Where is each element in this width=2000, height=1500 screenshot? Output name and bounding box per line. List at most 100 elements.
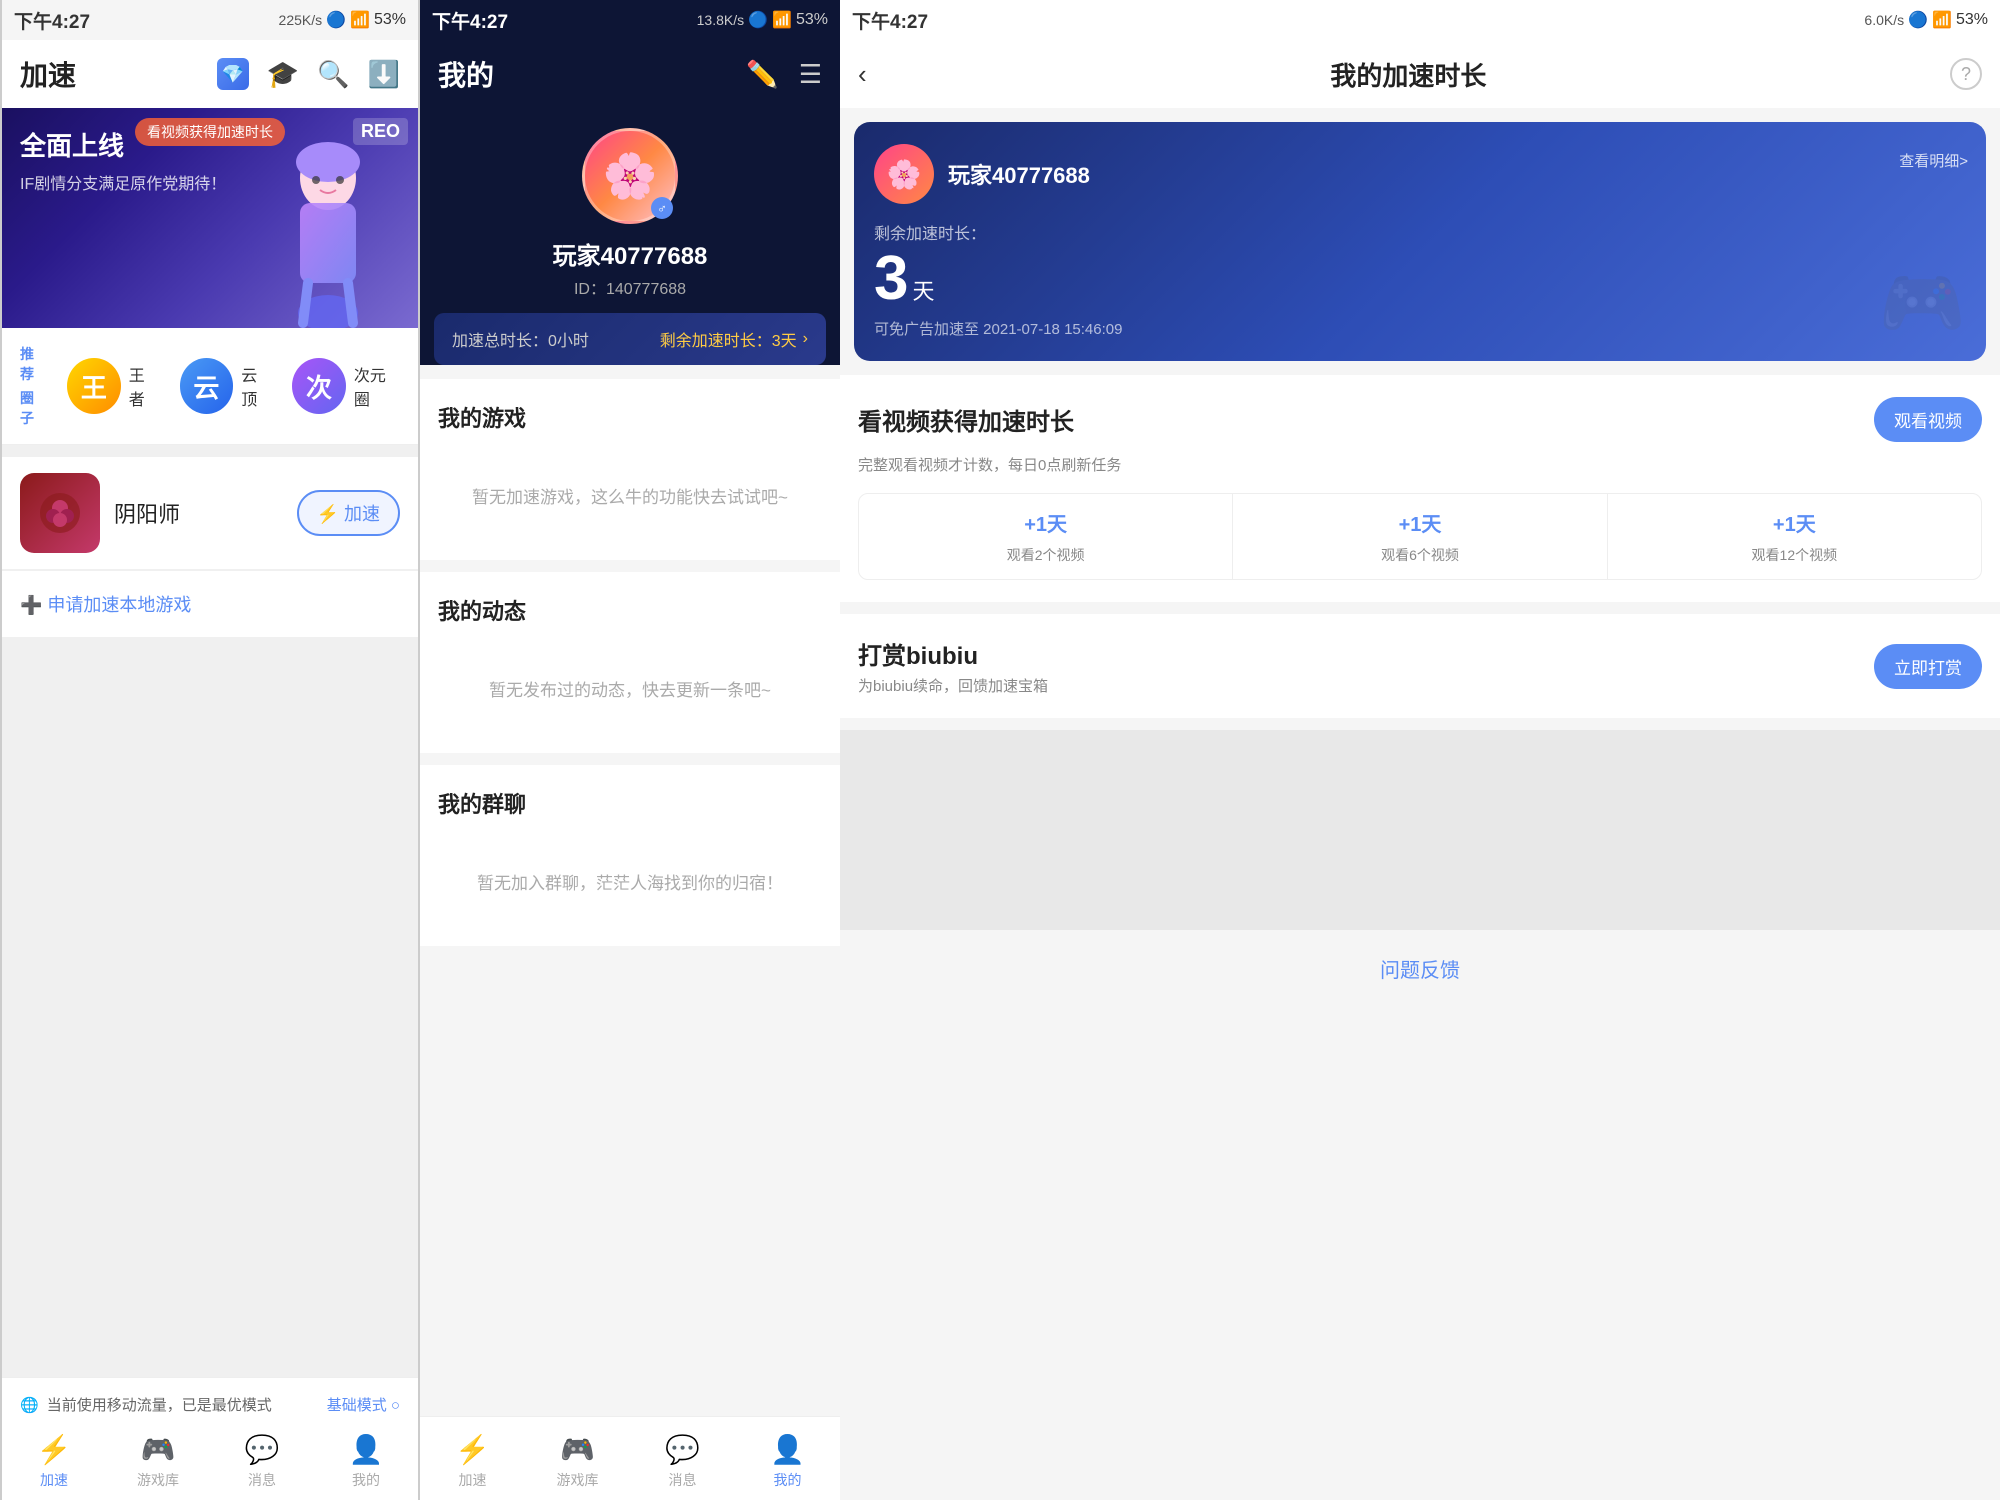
apply-label: ➕ 申请加速本地游戏 [20,591,191,617]
p2-dynamics-empty: 暂无发布过的动态，快去更新一条吧~ [438,646,822,731]
status-bar-3: 下午4:27 6.0K/s 🔵 📶 53% [840,0,2000,40]
status-icons-2: 13.8K/s 🔵 📶 53% [697,10,828,30]
cat-item-wangzhe[interactable]: 王 王者 [67,358,160,414]
hat-icon[interactable]: 🎓 [267,59,299,90]
view-detail-btn[interactable]: 查看明细> [1899,150,1968,171]
cat-item-yunding[interactable]: 云 云顶 [180,358,273,414]
p3-content: 🌸 玩家40777688 查看明细> 剩余加速时长： 3 天 可免广告加速至 2… [840,108,2000,1500]
footer-left: 🌐 当前使用移动流量，已是最优模式 [20,1394,272,1415]
p2-dynamics-title: 我的动态 [438,594,822,626]
tab-msg-icon-2: 💬 [665,1433,700,1466]
p3-days-row: 3 天 [874,248,1966,310]
cat-item-ciyuan[interactable]: 次 次元圈 [292,358,400,414]
p3-user-avatar: 🌸 [874,144,934,204]
bluetooth-icon: 🔵 [326,10,346,30]
cat-avatar-yunding: 云 [180,358,234,414]
p3-days-count: 3 [874,248,908,310]
p3-video-header: 看视频获得加速时长 观看视频 [858,397,1982,442]
p1-footer: 🌐 当前使用移动流量，已是最优模式 基础模式 ○ ⚡ 加速 🎮 游戏库 💬 消息… [2,1377,418,1500]
feedback-link[interactable]: 问题反馈 [1380,960,1460,982]
panel-mine: 下午4:27 13.8K/s 🔵 📶 53% 我的 ✏️ ☰ 🌸 ♂ 玩家407… [420,0,840,1500]
panel-speed-duration: 下午4:27 6.0K/s 🔵 📶 53% ‹ 我的加速时长 ? 🌸 玩家407… [840,0,2000,1500]
p3-expire-text: 可免广告加速至 2021-07-18 15:46:09 [874,318,1966,339]
watch-video-button[interactable]: 观看视频 [1874,397,1982,442]
panel-jiasu: 下午4:27 225K/s 🔵 📶 53% 加速 💎 🎓 🔍 ⬇️ 看视频获得加… [0,0,420,1500]
game-name: 阴阳师 [114,497,283,529]
p2-userid: ID：140777688 [574,275,686,299]
p3-duration-card: 🌸 玩家40777688 查看明细> 剩余加速时长： 3 天 可免广告加速至 2… [854,122,1986,361]
diamond-icon[interactable]: 💎 [217,58,249,90]
tab-mine-label-1: 我的 [352,1470,380,1490]
p1-title: 加速 [20,54,76,94]
signal-icon-3: 📶 [1932,10,1952,30]
search-icon[interactable]: 🔍 [317,59,349,90]
tab-mine-icon-1: 👤 [349,1433,384,1466]
p3-task-3: +1天 观看12个视频 [1608,494,1981,579]
tab-mine-1[interactable]: 👤 我的 [331,1433,401,1490]
banner-sub-text: IF剧情分支满足原作党期待！ [20,170,226,194]
back-button[interactable]: ‹ [858,59,867,90]
download-icon[interactable]: ⬇️ [368,59,400,90]
tab-msg-icon-1: 💬 [245,1433,280,1466]
tab-msg-1[interactable]: 💬 消息 [227,1433,297,1490]
tab-jiasu-label-1: 加速 [40,1470,68,1490]
p2-section-groups: 我的群聊 暂无加入群聊，茫茫人海找到你的归宿！ [420,765,840,946]
p2-speed-bar[interactable]: 加速总时长：0小时 剩余加速时长：3天 › [434,313,826,365]
p2-title: 我的 [438,54,494,94]
p3-task-1: +1天 观看2个视频 [859,494,1233,579]
status-icons-1: 225K/s 🔵 📶 53% [279,10,406,30]
p3-reward-section: 打赏biubiu 为biubiu续命，回馈加速宝箱 立即打赏 [840,614,2000,718]
remain-speed[interactable]: 剩余加速时长：3天 › [660,327,808,351]
basic-mode-btn[interactable]: 基础模式 ○ [327,1394,400,1415]
tab-gameshop-label-2: 游戏库 [557,1470,599,1490]
tab-jiasu-1[interactable]: ⚡ 加速 [19,1433,89,1490]
cat-name-wangzhe: 王者 [129,362,160,410]
p2-groups-empty: 暂无加入群聊，茫茫人海找到你的归宿！ [438,839,822,924]
cat-avatar-wangzhe: 王 [67,358,121,414]
tab-msg-label-1: 消息 [248,1470,276,1490]
p3-video-section: 看视频获得加速时长 观看视频 完整观看视频才计数，每日0点刷新任务 +1天 观看… [840,375,2000,602]
footer-info: 🌐 当前使用移动流量，已是最优模式 基础模式 ○ [2,1388,418,1427]
p3-task-label-2: 观看6个视频 [1381,545,1459,565]
time-2: 下午4:27 [432,7,508,34]
battery-icon-2: 53% [796,11,828,29]
p1-header-icons: 💎 🎓 🔍 ⬇️ [217,58,400,90]
tab-mine-label-2: 我的 [774,1470,802,1490]
p2-header-icons: ✏️ ☰ [746,59,822,90]
speed-button[interactable]: ⚡ 加速 [297,490,400,536]
edit-icon[interactable]: ✏️ [746,59,778,90]
tab-msg-2[interactable]: 💬 消息 [648,1433,718,1490]
status-icons-3: 6.0K/s 🔵 📶 53% [1864,10,1988,30]
p3-feedback: 问题反馈 [840,930,2000,1007]
help-circle[interactable]: ? [1950,58,1982,90]
anime-girl-decoration [248,128,408,328]
battery-icon-1: 53% [374,11,406,29]
p3-task-2: +1天 观看6个视频 [1233,494,1607,579]
p1-apply[interactable]: ➕ 申请加速本地游戏 [2,571,418,637]
tab-gameshop-2[interactable]: 🎮 游戏库 [543,1433,613,1490]
p3-days-unit: 天 [912,274,934,306]
p2-games-empty: 暂无加速游戏，这么牛的功能快去试试吧~ [438,453,822,538]
p2-header: 我的 ✏️ ☰ [420,40,840,108]
p1-banner[interactable]: 看视频获得加速时长 全面上线 IF剧情分支满足原作党期待！ REO [2,108,418,328]
menu-icon[interactable]: ☰ [799,59,822,90]
p3-title: 我的加速时长 [881,56,1936,93]
tab-jiasu-2[interactable]: ⚡ 加速 [438,1433,508,1490]
tab-mine-2[interactable]: 👤 我的 [753,1433,823,1490]
p3-reward-left: 打赏biubiu 为biubiu续命，回馈加速宝箱 [858,636,1048,696]
speed-label-1: 225K/s [279,12,323,28]
p2-footer: ⚡ 加速 🎮 游戏库 💬 消息 👤 我的 [420,1416,840,1500]
circle-label: 圈子 [20,388,47,428]
banner-text: 全面上线 IF剧情分支满足原作党期待！ [20,128,226,194]
remain-arrow: › [803,330,808,348]
p2-username: 玩家40777688 [553,236,708,271]
cat-name-yunding: 云顶 [241,362,272,410]
tab-jiasu-icon-1: ⚡ [37,1433,72,1466]
tab-mine-icon-2: 👤 [770,1433,805,1466]
status-bar-2: 下午4:27 13.8K/s 🔵 📶 53% [420,0,840,40]
gender-badge: ♂ [651,197,673,219]
tab-gameshop-icon-1: 🎮 [141,1433,176,1466]
tab-gameshop-1[interactable]: 🎮 游戏库 [123,1433,193,1490]
donate-button[interactable]: 立即打赏 [1874,644,1982,689]
tab-gameshop-icon-2: 🎮 [560,1433,595,1466]
